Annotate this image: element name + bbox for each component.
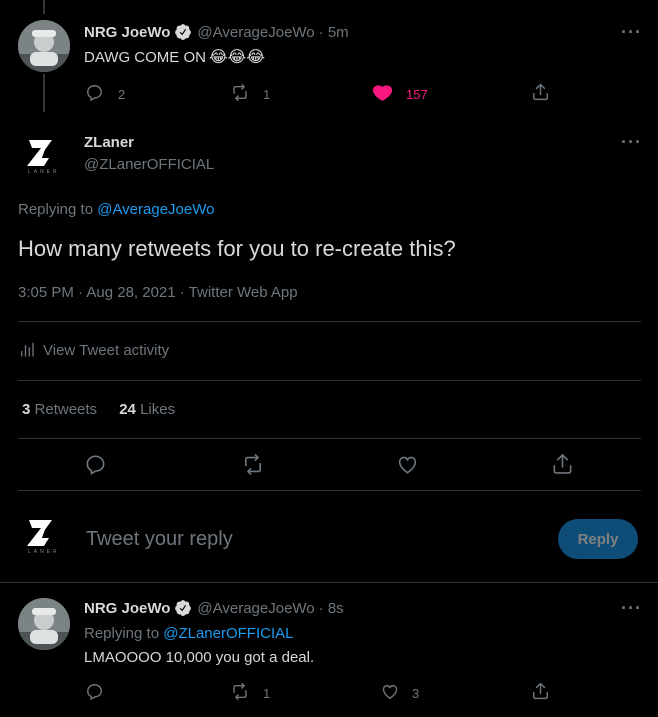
retweet-icon[interactable]: [230, 682, 250, 701]
zlaner-logo[interactable]: LANER: [19, 133, 67, 181]
tweet-text-content: DAWG COME ON: [84, 48, 206, 66]
divider: [0, 582, 658, 583]
verified-icon: [174, 23, 192, 41]
tweet-text: DAWG COME ON 😂😂😂: [84, 47, 265, 67]
like-icon[interactable]: [396, 453, 419, 476]
analytics-icon: [18, 341, 36, 359]
replying-to: Replying to @ZLanerOFFICIAL: [84, 625, 293, 642]
logo-subtext: LANER: [28, 549, 60, 555]
reply-icon[interactable]: [85, 682, 104, 701]
like-icon[interactable]: [380, 682, 400, 701]
tweet-header: NRG JoeWo @AverageJoeWo · 5m: [84, 23, 349, 41]
avatar[interactable]: [18, 20, 70, 72]
timestamp[interactable]: · 8s: [319, 600, 344, 617]
divider: [18, 321, 641, 322]
divider: [18, 490, 641, 491]
view-activity-link[interactable]: View Tweet activity: [18, 341, 169, 359]
share-icon[interactable]: [531, 681, 550, 701]
reply-button[interactable]: Reply: [558, 519, 638, 559]
timestamp[interactable]: · 5m: [319, 24, 349, 41]
tweet-text: LMAOOOO 10,000 you got a deal.: [84, 649, 315, 666]
more-options-icon[interactable]: ···: [621, 598, 642, 619]
display-name[interactable]: NRG JoeWo: [84, 24, 170, 41]
retweet-count: 1: [263, 87, 271, 102]
view-activity-label: View Tweet activity: [43, 341, 170, 359]
share-icon[interactable]: [551, 452, 574, 476]
retweet-icon[interactable]: [241, 453, 265, 476]
logo-subtext: LANER: [28, 169, 60, 175]
divider: [18, 380, 641, 381]
share-icon[interactable]: [531, 82, 550, 102]
handle[interactable]: @ZLanerOFFICIAL: [84, 156, 214, 173]
retweets-label: Retweets: [34, 401, 98, 418]
retweets-count: 3: [22, 401, 31, 418]
likes-count: 24: [119, 401, 136, 418]
likes-stat[interactable]: 24 Likes: [119, 401, 175, 418]
replying-to-link[interactable]: @AverageJoeWo: [97, 201, 214, 218]
reply-icon[interactable]: [84, 453, 107, 476]
retweet-icon[interactable]: [230, 83, 250, 102]
replying-prefix: Replying to: [18, 201, 98, 218]
replying-to-link[interactable]: @ZLanerOFFICIAL: [163, 625, 293, 642]
like-count: 3: [412, 686, 420, 701]
divider: [18, 438, 641, 439]
tweet-meta: 3:05 PM · Aug 28, 2021 · Twitter Web App: [18, 284, 298, 301]
retweet-count: 1: [263, 686, 271, 701]
verified-icon: [174, 599, 192, 617]
display-name[interactable]: NRG JoeWo: [84, 600, 170, 617]
thread-line: [43, 74, 45, 112]
replying-prefix: Replying to: [84, 625, 164, 642]
display-name[interactable]: ZLaner: [84, 134, 134, 151]
like-count: 157: [406, 87, 428, 102]
reply-icon[interactable]: [85, 83, 104, 102]
handle[interactable]: @AverageJoeWo: [197, 24, 314, 41]
avatar[interactable]: [18, 598, 70, 650]
laughing-emoji: 😂😂😂: [208, 49, 266, 66]
more-options-icon[interactable]: ···: [621, 132, 642, 153]
replying-to: Replying to @AverageJoeWo: [18, 201, 214, 218]
more-options-icon[interactable]: ···: [621, 22, 642, 43]
main-tweet-text: How many retweets for you to re-create t…: [18, 236, 456, 261]
user-avatar-logo[interactable]: LANER: [19, 513, 67, 561]
retweets-stat[interactable]: 3 Retweets: [22, 401, 101, 418]
reply-count: 2: [118, 87, 126, 102]
liked-heart-icon[interactable]: [372, 82, 393, 103]
thread-line: [43, 0, 45, 14]
tweet-header: NRG JoeWo @AverageJoeWo · 8s: [84, 599, 344, 617]
reply-button-label: Reply: [577, 530, 619, 548]
likes-label: Likes: [140, 401, 176, 418]
handle[interactable]: @AverageJoeWo: [197, 600, 314, 617]
engagement-stats: 3 Retweets 24 Likes: [22, 401, 175, 418]
reply-input[interactable]: Tweet your reply: [86, 528, 536, 551]
